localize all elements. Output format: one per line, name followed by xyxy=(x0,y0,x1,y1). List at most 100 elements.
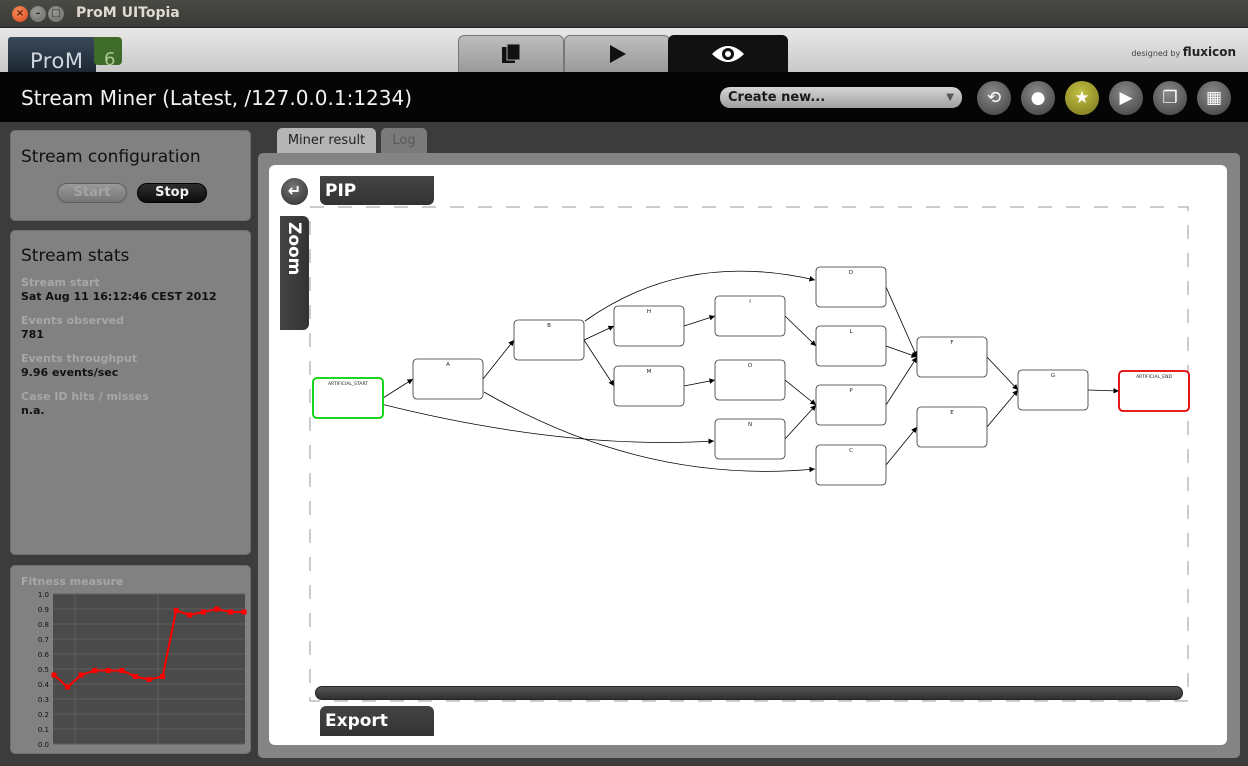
y-tick-label: 0.3 xyxy=(38,696,49,704)
y-tick-label: 0.7 xyxy=(38,636,49,644)
y-tick-label: 0.8 xyxy=(38,621,49,629)
graph-edge xyxy=(583,339,615,387)
graph-node[interactable]: N xyxy=(714,418,786,460)
refresh-button[interactable]: ⟲ xyxy=(977,81,1011,115)
graph-edge xyxy=(885,345,918,358)
data-point xyxy=(173,608,179,613)
drop-button[interactable]: ● xyxy=(1021,81,1055,115)
node-label: ARTIFICIAL_END xyxy=(1136,374,1172,380)
node-label: N xyxy=(748,422,752,428)
copy-icon: ❐ xyxy=(1162,88,1178,108)
y-tick-label: 0.9 xyxy=(38,606,49,614)
node-label: ARTIFICIAL_START xyxy=(328,381,368,387)
logo-text: ProM xyxy=(30,49,84,73)
node-label: H xyxy=(647,309,651,315)
window-titlebar: × – □ ProM UITopia xyxy=(0,0,1248,28)
create-new-select[interactable]: Create new... ▼ xyxy=(720,87,962,108)
node-label: D xyxy=(849,270,853,276)
perspective-tabs xyxy=(458,35,788,72)
grid-button[interactable]: ▦ xyxy=(1197,81,1231,115)
data-point xyxy=(146,677,152,682)
graph-edge xyxy=(885,426,918,466)
graph-node[interactable]: E xyxy=(916,406,988,448)
designed-by: designed by fluxicon xyxy=(1131,45,1236,59)
graph-node[interactable]: H xyxy=(613,305,685,347)
graph-node[interactable]: A xyxy=(412,358,484,400)
graph-edge xyxy=(986,389,1019,428)
graph-node[interactable]: F xyxy=(916,336,988,378)
stop-button[interactable]: Stop xyxy=(137,183,207,203)
play-icon: ▶ xyxy=(1119,88,1133,108)
graph-edge xyxy=(482,339,515,380)
stat-value: 9.96 events/sec xyxy=(21,366,119,379)
graph-node[interactable]: C xyxy=(815,444,887,486)
y-tick-label: 0.0 xyxy=(38,741,49,749)
maximize-window-button[interactable]: □ xyxy=(48,6,64,22)
data-point xyxy=(65,684,71,690)
graph-node[interactable]: L xyxy=(815,325,887,367)
graph-edge xyxy=(380,403,715,445)
node-label: C xyxy=(849,448,853,454)
tab-miner-result[interactable]: Miner result xyxy=(277,128,376,154)
graph-node[interactable]: B xyxy=(513,319,585,361)
eye-icon xyxy=(669,42,787,72)
node-label: E xyxy=(950,410,954,416)
stream-configuration-panel: Stream configuration Start Stop xyxy=(10,130,251,221)
start-button[interactable]: Start xyxy=(57,183,127,203)
graph-edge xyxy=(784,315,817,347)
fitness-measure-title: Fitness measure xyxy=(21,575,124,588)
tab-workspace[interactable] xyxy=(458,35,564,72)
graph-edge xyxy=(583,325,615,341)
play-button[interactable]: ▶ xyxy=(1109,81,1143,115)
designed-by-label: designed by xyxy=(1131,49,1181,58)
refresh-icon: ⟲ xyxy=(986,88,1002,108)
copy-button[interactable]: ❐ xyxy=(1153,81,1187,115)
data-point xyxy=(132,674,138,679)
app-window: × – □ ProM UITopia ProM 6 designed by fl… xyxy=(0,0,1248,766)
data-point xyxy=(105,668,111,673)
graph-edge xyxy=(1087,388,1120,394)
graph-node[interactable]: P xyxy=(815,384,887,426)
graph-node[interactable]: G xyxy=(1017,369,1089,411)
y-tick-label: 0.1 xyxy=(38,726,49,734)
y-tick-label: 0.4 xyxy=(38,681,50,689)
stat-label: Stream start xyxy=(21,276,100,289)
stream-stats-title: Stream stats xyxy=(21,246,130,266)
brand-fluxicon: fluxicon xyxy=(1182,45,1236,59)
tab-log[interactable]: Log xyxy=(381,128,427,154)
graph-node[interactable]: ARTIFICIAL_END xyxy=(1118,370,1190,412)
graph-node[interactable]: ARTIFICIAL_START xyxy=(312,377,384,419)
node-label: M xyxy=(647,369,652,375)
tab-views[interactable] xyxy=(668,35,788,72)
stat-label: Case ID hits / misses xyxy=(21,390,149,403)
tab-actions[interactable] xyxy=(564,35,670,72)
stat-label: Events observed xyxy=(21,314,124,327)
export-panel-tab[interactable]: Export xyxy=(320,706,434,736)
graph-node[interactable]: I xyxy=(714,295,786,337)
graph-edge xyxy=(885,286,918,358)
favorite-button[interactable]: ★ xyxy=(1065,81,1099,115)
drop-icon: ● xyxy=(1030,88,1046,108)
stat-value: n.a. xyxy=(21,404,45,417)
graph-node[interactable]: D xyxy=(815,266,887,308)
graph-node[interactable]: M xyxy=(613,365,685,407)
y-tick-label: 1.0 xyxy=(38,591,49,599)
data-point xyxy=(200,609,206,615)
horizontal-scrollbar[interactable] xyxy=(315,686,1183,700)
process-graph: ARTIFICIAL_START A B H M I O N D LP C F E G ARTIFICIAL… xyxy=(309,206,1190,702)
graph-edge xyxy=(382,378,414,399)
create-new-label: Create new... xyxy=(728,90,826,105)
minimize-window-button[interactable]: – xyxy=(30,6,46,22)
graph-node[interactable]: O xyxy=(714,359,786,401)
stat-value: Sat Aug 11 16:12:46 CEST 2012 xyxy=(21,290,217,303)
pip-panel-tab[interactable]: PIP xyxy=(320,176,434,205)
node-label: B xyxy=(547,323,551,329)
close-window-button[interactable]: × xyxy=(12,6,28,22)
graph-edge xyxy=(986,356,1019,391)
node-label: A xyxy=(446,362,450,368)
back-button[interactable]: ↵ xyxy=(281,178,308,205)
data-point xyxy=(187,612,193,618)
y-tick-label: 0.5 xyxy=(38,666,49,674)
fitness-chart: 0.0 0.1 0.2 0.3 0.4 0.5 0.6 0.7 0.8 0.9 1.0 xyxy=(38,591,247,749)
data-point xyxy=(119,668,125,673)
